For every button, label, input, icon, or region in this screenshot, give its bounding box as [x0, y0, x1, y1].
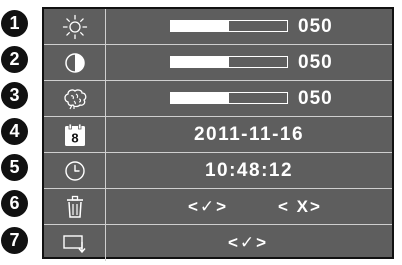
contrast-icon [44, 45, 106, 80]
contrast-value: 050 [298, 52, 333, 73]
contrast-level-fill [171, 57, 229, 67]
calendar-icon: 8 [44, 117, 106, 152]
time-row[interactable]: 10:48:12 [44, 153, 392, 189]
sharpness-level-fill [171, 93, 229, 103]
step-badge-6: 6 [1, 190, 28, 217]
delete-value-cell: <✓> < X> [106, 189, 392, 224]
trash-icon [44, 189, 106, 224]
brightness-row[interactable]: 050 [44, 9, 392, 45]
step-badge-2: 2 [1, 46, 28, 73]
brightness-value-cell: 050 [106, 9, 392, 44]
delete-cancel-option[interactable]: < X> [278, 189, 322, 224]
date-row[interactable]: 8 2011-11-16 [44, 117, 392, 153]
sharpness-level-bar[interactable] [170, 92, 288, 104]
contrast-level-bar[interactable] [170, 56, 288, 68]
sun-icon [44, 9, 106, 44]
delete-confirm-option[interactable]: <✓> [188, 189, 228, 224]
sharpness-row[interactable]: 050 [44, 81, 392, 117]
calendar-day: 8 [71, 130, 78, 145]
clock-icon [44, 153, 106, 188]
brightness-level-fill [171, 21, 229, 31]
exit-icon [44, 225, 106, 261]
sharpness-value-cell: 050 [106, 81, 392, 116]
delete-row[interactable]: <✓> < X> [44, 189, 392, 225]
osd-menu-screen: 1 2 3 4 5 6 7 050 050 050 8 2011-11-16 1… [0, 0, 402, 265]
step-badge-5: 5 [1, 154, 28, 181]
exit-value-cell: <✓> [106, 225, 392, 261]
exit-confirm-option[interactable]: <✓> [228, 225, 268, 261]
brightness-value: 050 [298, 16, 333, 37]
contrast-value-cell: 050 [106, 45, 392, 80]
contrast-row[interactable]: 050 [44, 45, 392, 81]
date-value[interactable]: 2011-11-16 [106, 117, 392, 152]
time-value-cell: 10:48:12 [106, 153, 392, 188]
exit-row[interactable]: <✓> [44, 225, 392, 261]
brightness-level-bar[interactable] [170, 20, 288, 32]
time-value[interactable]: 10:48:12 [106, 153, 392, 188]
step-badge-7: 7 [1, 227, 28, 254]
settings-panel: 050 050 050 8 2011-11-16 10:48:12 <✓> < … [42, 7, 394, 261]
date-value-cell: 2011-11-16 [106, 117, 392, 152]
step-badge-4: 4 [1, 118, 28, 145]
brain-icon [44, 81, 106, 116]
sharpness-value: 050 [298, 88, 333, 109]
step-badge-1: 1 [1, 10, 28, 37]
step-badge-3: 3 [1, 82, 28, 109]
